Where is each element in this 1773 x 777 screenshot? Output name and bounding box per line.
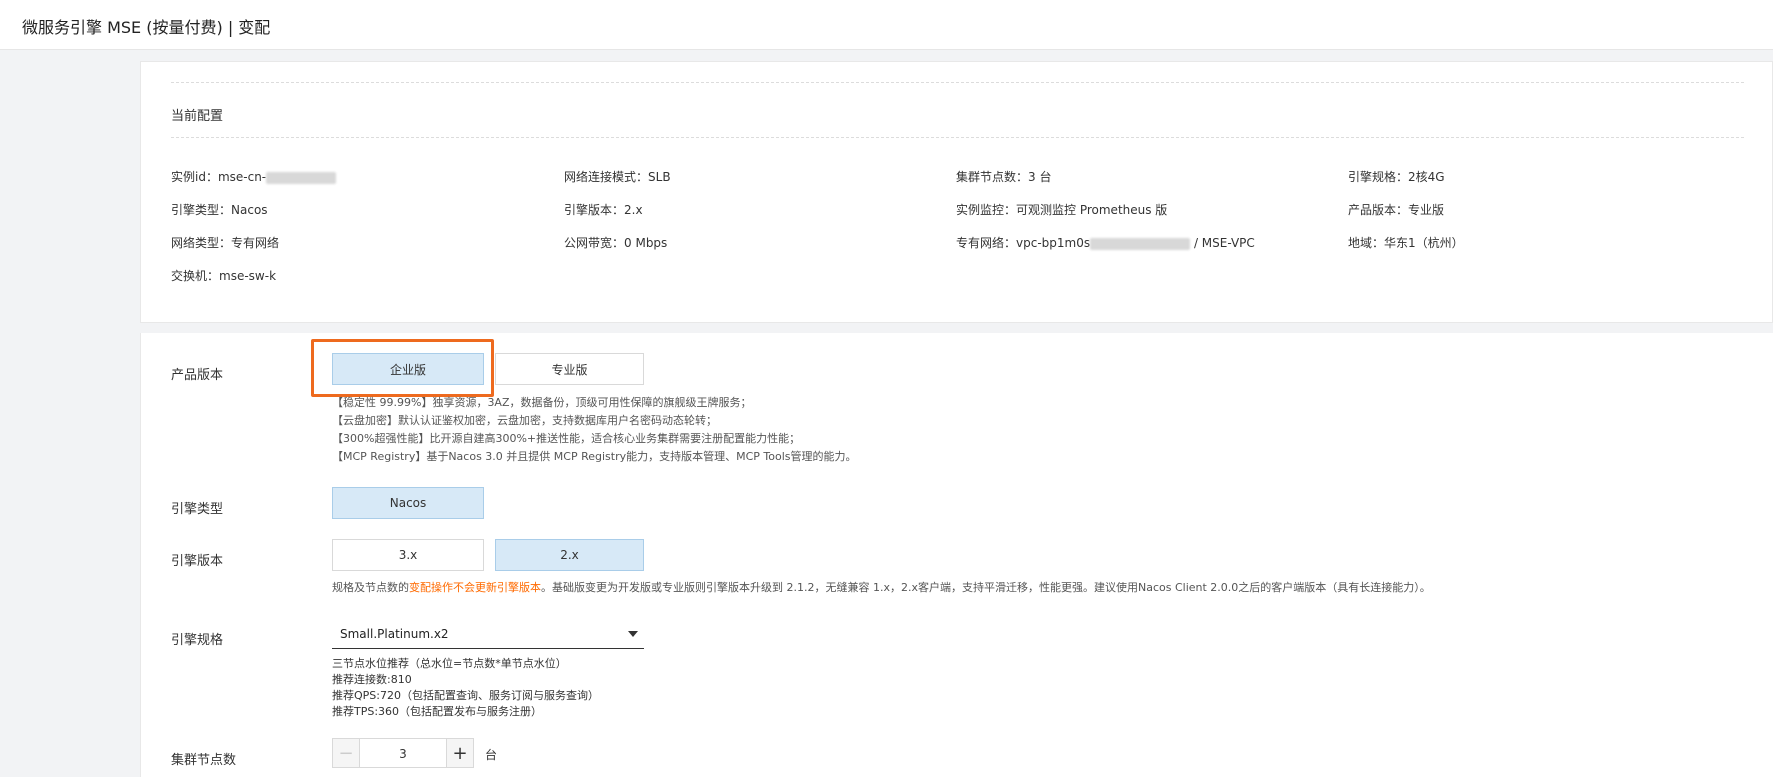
info-network-mode: 网络连接模式：SLB — [564, 170, 671, 184]
engine-version-warning: 变配操作不会更新引擎版本 — [409, 581, 541, 594]
node-count-unit: 台 — [485, 748, 498, 762]
product-version-pro[interactable]: 专业版 — [495, 353, 644, 385]
top-bar: 微服务引擎 MSE (按量付费) | 变配 — [0, 0, 1773, 50]
engine-spec-description: 三节点水位推荐（总水位=节点数*单节点水位） 推荐连接数:810 推荐QPS:7… — [332, 657, 599, 718]
divider — [171, 137, 1744, 138]
caret-down-icon — [628, 631, 638, 637]
engine-spec-value: Small.Platinum.x2 — [340, 627, 449, 641]
engine-spec-label: 引擎规格 — [171, 633, 224, 648]
engine-type-label: 引擎类型 — [171, 502, 224, 517]
info-engine-type: 引擎类型：Nacos — [171, 203, 268, 217]
product-version-label: 产品版本 — [171, 368, 224, 383]
engine-version-3x[interactable]: 3.x — [332, 539, 484, 571]
product-version-enterprise[interactable]: 企业版 — [332, 353, 484, 385]
info-bandwidth: 公网带宽：0 Mbps — [564, 236, 668, 250]
engine-type-nacos[interactable]: Nacos — [332, 487, 484, 519]
engine-spec-select[interactable]: Small.Platinum.x2 — [332, 619, 644, 649]
minus-icon[interactable]: − — [332, 738, 360, 768]
info-network-type: 网络类型：专有网络 — [171, 236, 280, 250]
info-product-version: 产品版本：专业版 — [1348, 203, 1445, 217]
engine-version-2x[interactable]: 2.x — [495, 539, 644, 571]
info-region: 地域：华东1（杭州） — [1348, 236, 1464, 250]
info-instance-id: 实例id：mse-cn- — [171, 168, 337, 185]
node-count-input[interactable]: 3 — [360, 738, 446, 768]
info-vswitch: 交换机：mse-sw-k — [171, 269, 277, 283]
info-node-count: 集群节点数：3 台 — [956, 170, 1052, 184]
info-engine-spec: 引擎规格：2核4G — [1348, 170, 1445, 184]
info-instance-monitor: 实例监控：可观测监控 Prometheus 版 — [956, 203, 1168, 217]
current-config-card: 当前配置 实例id：mse-cn- 网络连接模式：SLB 集群节点数：3 台 引… — [140, 61, 1773, 323]
info-vpc: 专有网络：vpc-bp1m0s / MSE-VPC — [956, 236, 1255, 250]
node-count-label: 集群节点数 — [171, 753, 237, 768]
page-title: 微服务引擎 MSE (按量付费) | 变配 — [22, 18, 271, 37]
plus-icon[interactable]: + — [446, 738, 474, 768]
divider — [171, 82, 1744, 83]
change-config-form: 产品版本 企业版 专业版 【稳定性 99.99%】独享资源，3AZ，数据备份，顶… — [140, 333, 1773, 777]
engine-version-label: 引擎版本 — [171, 554, 224, 569]
current-config-title: 当前配置 — [171, 109, 224, 124]
info-engine-version: 引擎版本：2.x — [564, 203, 643, 217]
product-version-description: 【稳定性 99.99%】独享资源，3AZ，数据备份，顶级可用性保障的旗舰级王牌服… — [332, 396, 857, 463]
engine-version-note: 规格及节点数的变配操作不会更新引擎版本。基础版变更为开发版或专业版则引擎版本升级… — [332, 581, 1431, 594]
